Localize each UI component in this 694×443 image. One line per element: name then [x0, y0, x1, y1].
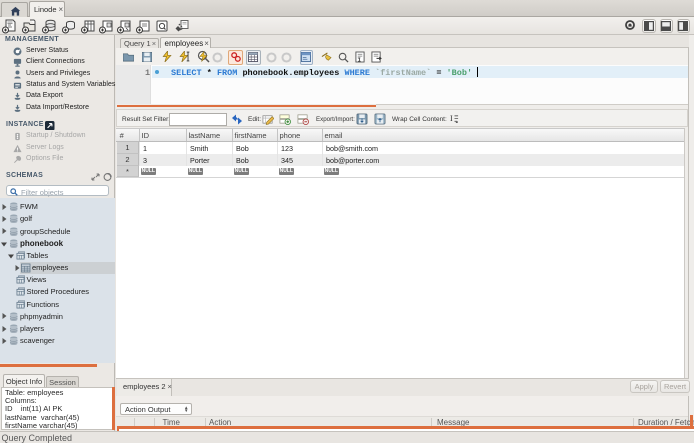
svg-text:I: I [450, 114, 453, 123]
svg-text:1: 1 [358, 57, 361, 62]
